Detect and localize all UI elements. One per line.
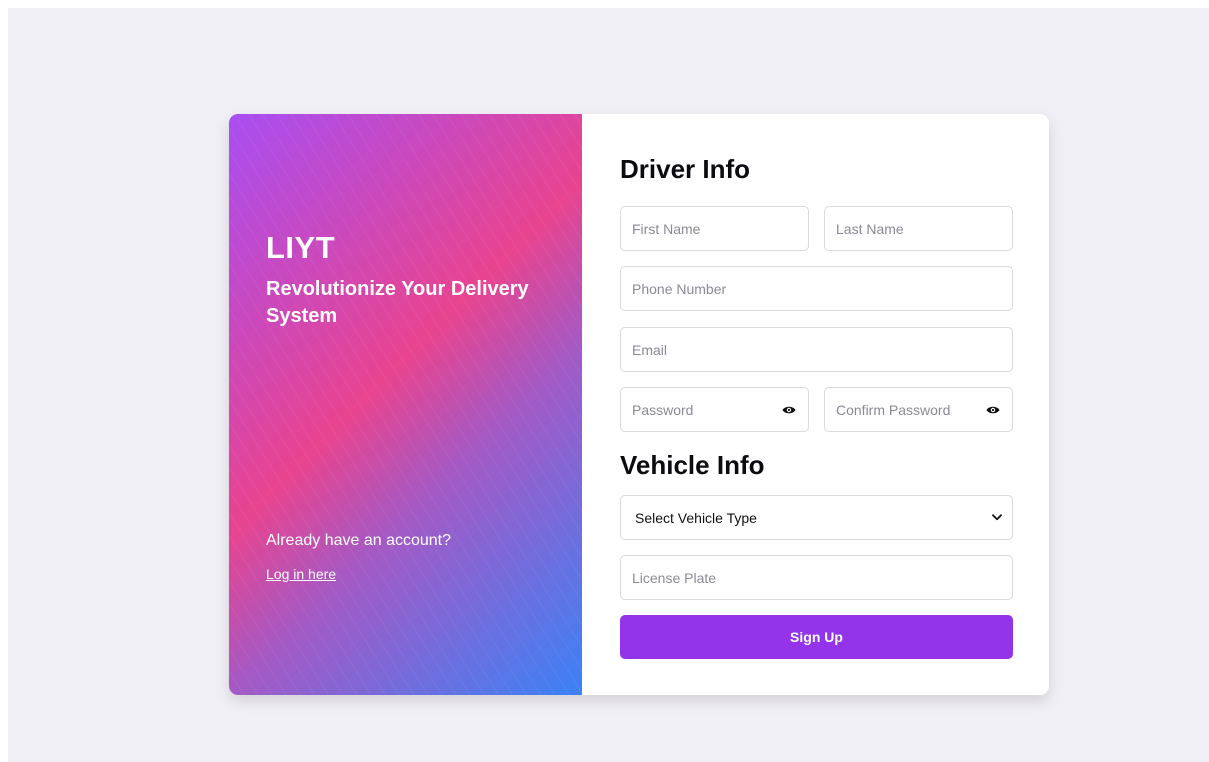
email-field[interactable] — [620, 327, 1013, 372]
phone-input[interactable] — [632, 267, 1001, 310]
sign-up-button[interactable]: Sign Up — [620, 615, 1013, 659]
brand-logo-text: LIYT — [266, 230, 336, 265]
page-background: LIYT Revolutionize Your Delivery System … — [8, 8, 1209, 762]
password-field[interactable] — [620, 387, 809, 432]
last-name-field[interactable] — [824, 206, 1013, 251]
confirm-password-field[interactable] — [824, 387, 1013, 432]
eye-icon[interactable] — [985, 402, 1001, 418]
last-name-input[interactable] — [836, 207, 1001, 250]
eye-icon[interactable] — [781, 402, 797, 418]
first-name-input[interactable] — [632, 207, 797, 250]
driver-info-heading: Driver Info — [620, 154, 751, 184]
account-question: Already have an account? — [266, 532, 452, 549]
license-plate-input[interactable] — [632, 556, 1001, 599]
login-link[interactable]: Log in here — [266, 566, 336, 582]
signup-card: LIYT Revolutionize Your Delivery System … — [229, 114, 1049, 695]
signup-form: Driver Info First Name Last Name Phone N… — [582, 114, 1049, 695]
email-input[interactable] — [632, 328, 1001, 371]
vehicle-type-field[interactable]: Select Vehicle Type — [620, 495, 1013, 540]
chevron-down-icon — [992, 513, 1002, 523]
vehicle-type-select[interactable]: Select Vehicle Type — [635, 496, 992, 539]
license-plate-field[interactable] — [620, 555, 1013, 600]
hero-panel: LIYT Revolutionize Your Delivery System … — [229, 114, 582, 695]
phone-field[interactable] — [620, 266, 1013, 311]
tagline: Revolutionize Your Delivery System — [266, 278, 529, 327]
confirm-password-input[interactable] — [836, 388, 979, 431]
first-name-field[interactable] — [620, 206, 809, 251]
password-input[interactable] — [632, 388, 775, 431]
vehicle-info-heading: Vehicle Info — [620, 450, 765, 480]
